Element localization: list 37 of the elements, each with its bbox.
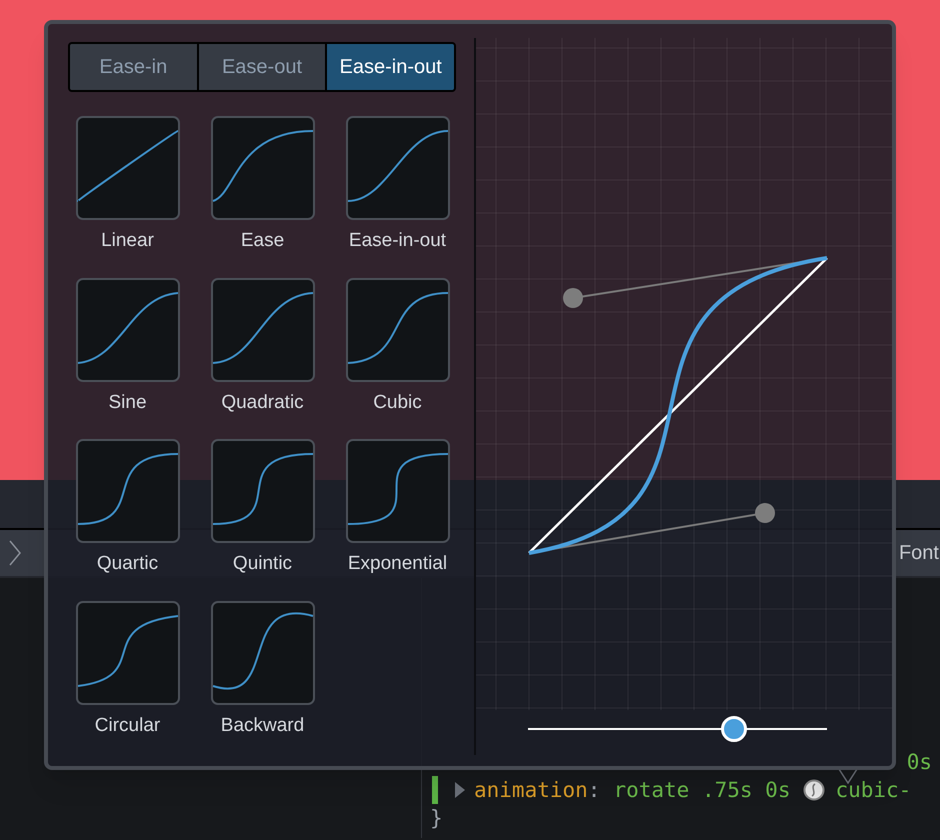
preset-label: Ease-in-out: [348, 229, 446, 253]
bezier-swatch-icon[interactable]: [803, 779, 826, 801]
preset-label: Ease: [240, 229, 284, 253]
preset-label: Quadratic: [221, 390, 304, 414]
easing-tab[interactable]: Ease-in-out: [327, 44, 454, 90]
closing-brace: }: [430, 806, 443, 830]
easing-preview[interactable]: [210, 278, 314, 382]
sidebar-tab[interactable]: Font: [898, 538, 939, 568]
preset-label: Sine: [108, 390, 147, 414]
css-punctuation: :: [588, 777, 600, 804]
preset-label: Circular: [94, 714, 160, 738]
easing-preview[interactable]: [346, 439, 450, 543]
easing-preview[interactable]: [210, 600, 314, 704]
easing-preview[interactable]: [210, 439, 314, 543]
easing-tab[interactable]: Ease-in: [70, 44, 197, 90]
easing-preview[interactable]: [210, 116, 314, 220]
preset-label: Quartic: [96, 552, 158, 576]
easing-preview[interactable]: [76, 116, 180, 220]
css-value: cubic-: [835, 777, 912, 804]
preset-label: Exponential: [348, 552, 448, 576]
chevron-right-icon[interactable]: [8, 540, 22, 566]
easing-preview[interactable]: [346, 116, 450, 220]
easing-preview[interactable]: [76, 600, 180, 704]
css-value: 0s: [906, 749, 932, 776]
preset-label: Quintic: [232, 552, 292, 576]
expand-triangle-icon[interactable]: [454, 781, 466, 799]
easing-tab[interactable]: Ease-out: [198, 44, 326, 90]
easing-preview[interactable]: [346, 278, 450, 382]
preset-label: Cubic: [373, 390, 422, 414]
slider-thumb[interactable]: [721, 716, 748, 742]
css-value: rotate .75s 0s: [613, 777, 790, 804]
easing-preview[interactable]: [76, 439, 180, 543]
preset-label: Linear: [101, 229, 154, 253]
modified-marker: [432, 776, 438, 804]
easing-preview[interactable]: [76, 278, 180, 382]
preset-label: Backward: [220, 714, 304, 738]
css-property: animation: [474, 777, 588, 804]
